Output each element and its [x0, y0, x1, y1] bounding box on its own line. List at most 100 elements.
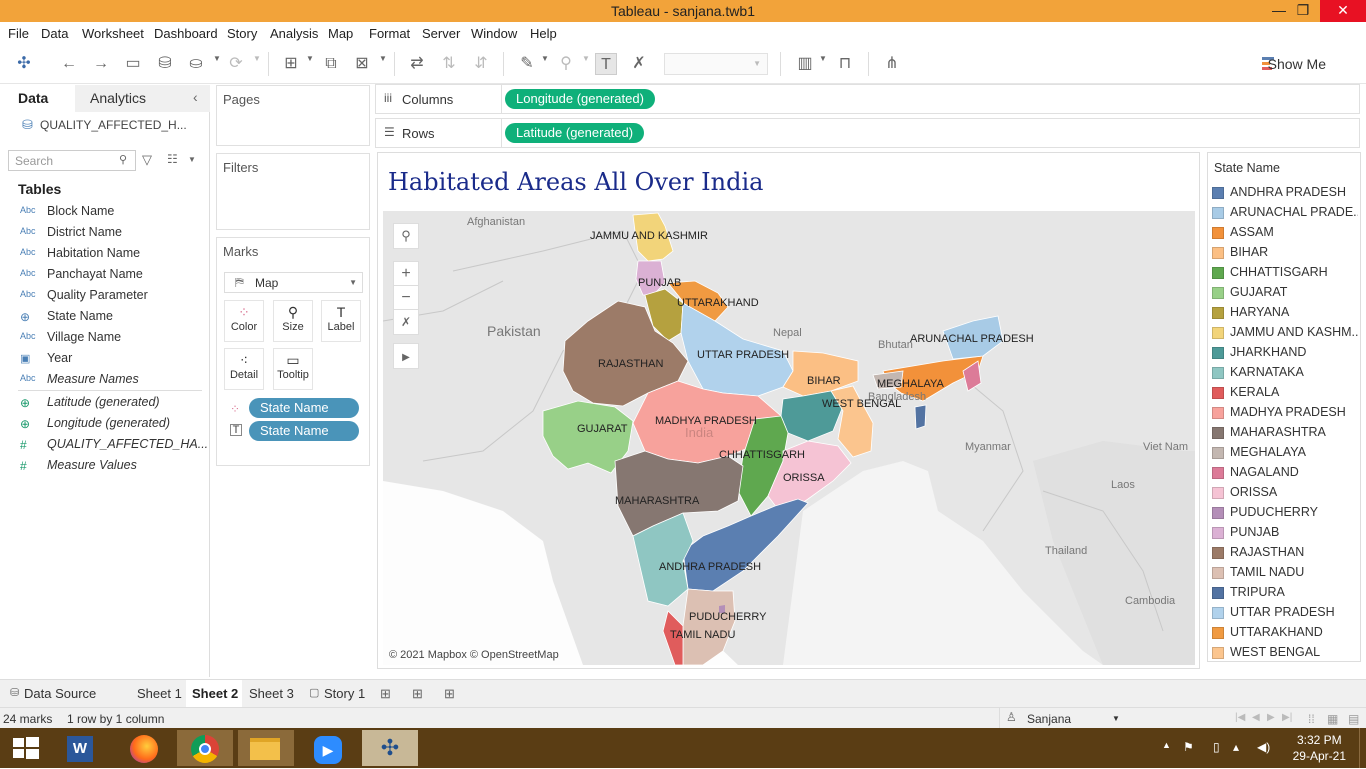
highlight-icon[interactable]: ✎ [516, 53, 538, 75]
new-story-icon[interactable]: ⊞ [444, 686, 455, 702]
legend-item[interactable]: MADHYA PRADESH [1212, 403, 1360, 423]
map-view[interactable]: Afghanistan Pakistan Nepal Bhutan Bangla… [383, 211, 1195, 665]
tab-sheet-3[interactable]: Sheet 3 [249, 686, 294, 701]
field-district-name[interactable]: Abc District Name [0, 223, 210, 243]
field-quality-parameter[interactable]: Abc Quality Parameter [0, 286, 210, 306]
columns-shelf[interactable]: iii Columns Longitude (generated) [375, 84, 1360, 114]
new-dashboard-icon[interactable]: ⊞ [412, 686, 423, 702]
legend-item[interactable]: RAJASTHAN [1212, 543, 1360, 563]
menu-worksheet[interactable]: Worksheet [82, 26, 144, 41]
filters-shelf[interactable]: Filters [216, 153, 370, 230]
legend-item[interactable]: GUJARAT [1212, 283, 1360, 303]
color-button[interactable]: ⁘ Color [224, 300, 264, 342]
legend-item[interactable]: HARYANA [1212, 303, 1360, 323]
explorer-taskbar-item[interactable] [238, 730, 294, 766]
state-name-label-pill[interactable]: State Name [249, 421, 359, 441]
mark-type-dropdown[interactable]: ⛿ Map ▼ [224, 272, 363, 293]
tab-data-source[interactable]: Data Source [24, 686, 96, 701]
field-longitude-generated[interactable]: ⊕ Longitude (generated) [0, 414, 210, 434]
tab-sheet-1[interactable]: Sheet 1 [137, 686, 182, 701]
flag-icon[interactable]: ⚑ [1183, 740, 1194, 754]
longitude-pill[interactable]: Longitude (generated) [505, 89, 655, 109]
share-icon[interactable]: ⋔ [881, 53, 903, 75]
legend-item[interactable]: UTTARAKHAND [1212, 623, 1360, 643]
chevron-down-icon[interactable]: ▼ [188, 155, 196, 164]
tooltip-button[interactable]: ▭ Tooltip [273, 348, 313, 390]
user-dropdown[interactable]: ♙ Sanjana ▼ [999, 708, 1125, 728]
battery-icon[interactable]: ▯ [1213, 740, 1220, 754]
chevron-down-icon[interactable]: ▼ [582, 54, 590, 63]
nav-prev-icon[interactable]: ◀ [1252, 712, 1260, 723]
show-cards-icon[interactable]: ▥ [794, 53, 816, 75]
chevron-down-icon[interactable]: ▼ [379, 54, 387, 63]
chevron-down-icon[interactable]: ▼ [306, 54, 314, 63]
detail-button[interactable]: ⁖ Detail [224, 348, 264, 390]
map-tools-button[interactable]: ▶ [393, 343, 419, 369]
field-measure-values[interactable]: # Measure Values [0, 456, 210, 476]
menu-server[interactable]: Server [422, 26, 460, 41]
label-button[interactable]: T Label [321, 300, 361, 342]
zoom-in-button[interactable]: + [393, 261, 419, 287]
filter-icon[interactable]: ▽ [142, 152, 152, 168]
new-worksheet-icon[interactable]: ⊞ [380, 686, 391, 702]
map-search-button[interactable]: ⚲ [393, 223, 419, 249]
legend-item[interactable]: TAMIL NADU [1212, 563, 1360, 583]
zoom-taskbar-item[interactable]: ▶ [300, 730, 356, 766]
presentation-mode-icon[interactable]: ⊓ [834, 53, 856, 75]
search-input[interactable]: Search [8, 150, 136, 171]
legend-item[interactable]: JHARKHAND [1212, 343, 1360, 363]
fit-dropdown[interactable]: ▼ [664, 53, 768, 75]
sort-descending-icon[interactable]: ⇵ [470, 53, 492, 75]
field-latitude-generated[interactable]: ⊕ Latitude (generated) [0, 393, 210, 413]
menu-window[interactable]: Window [471, 26, 517, 41]
menu-data[interactable]: Data [41, 26, 68, 41]
duplicate-sheet-icon[interactable]: ⧉ [320, 53, 342, 75]
chevron-down-icon[interactable]: ▼ [819, 54, 827, 63]
word-taskbar-item[interactable]: W [54, 730, 110, 766]
filmstrip-view-icon[interactable]: ▦ [1327, 712, 1338, 726]
grid-view-icon[interactable]: ⁞⁞ [1308, 712, 1315, 726]
legend-item[interactable]: UTTAR PRADESH [1212, 603, 1360, 623]
field-block-name[interactable]: Abc Block Name [0, 202, 210, 222]
field-state-name[interactable]: ⊕ State Name [0, 307, 210, 327]
clear-sheet-icon[interactable]: ⊠ [351, 53, 373, 75]
field-village-name[interactable]: Abc Village Name [0, 328, 210, 348]
legend-item[interactable]: BIHAR [1212, 243, 1360, 263]
legend-item[interactable]: CHHATTISGARH [1212, 263, 1360, 283]
zoom-out-button[interactable]: − [393, 285, 419, 311]
menu-help[interactable]: Help [530, 26, 557, 41]
tab-view-icon[interactable]: ▤ [1348, 712, 1359, 726]
chevron-down-icon[interactable]: ▼ [541, 54, 549, 63]
menu-map[interactable]: Map [328, 26, 353, 41]
chrome-taskbar-item[interactable] [177, 730, 233, 766]
tab-story-1[interactable]: Story 1 [324, 686, 365, 701]
tab-analytics[interactable]: Analytics [90, 90, 146, 106]
legend-item[interactable]: WEST BENGAL [1212, 643, 1360, 663]
sort-ascending-icon[interactable]: ⇅ [438, 53, 460, 75]
state-name-color-pill[interactable]: State Name [249, 398, 359, 418]
menu-format[interactable]: Format [369, 26, 410, 41]
new-worksheet-icon[interactable]: ⊞ [280, 53, 302, 75]
chevron-down-icon[interactable]: ▼ [213, 54, 221, 63]
legend-item[interactable]: MAHARASHTRA [1212, 423, 1360, 443]
reset-map-button[interactable]: ✗ [393, 309, 419, 335]
tab-sheet-2[interactable]: Sheet 2 [192, 686, 238, 701]
field-quality-affected[interactable]: # QUALITY_AFFECTED_HA... [0, 435, 210, 455]
field-habitation-name[interactable]: Abc Habitation Name [0, 244, 210, 264]
pause-updates-icon[interactable]: ⛀ [185, 53, 207, 75]
field-measure-names[interactable]: Abc Measure Names [0, 370, 210, 390]
show-mark-labels-icon[interactable]: T [595, 53, 617, 75]
legend-item[interactable]: KARNATAKA [1212, 363, 1360, 383]
pages-shelf[interactable]: Pages [216, 85, 370, 146]
legend-item[interactable]: PUDUCHERRY [1212, 503, 1360, 523]
tray-expand-icon[interactable]: ▲ [1162, 740, 1171, 750]
legend-item[interactable]: MEGHALAYA [1212, 443, 1360, 463]
nav-last-icon[interactable]: ▶| [1282, 712, 1292, 723]
view-options-icon[interactable]: ☷ [167, 152, 178, 166]
volume-icon[interactable]: ◀) [1257, 740, 1270, 754]
network-icon[interactable]: ▴ [1233, 740, 1239, 754]
latitude-pill[interactable]: Latitude (generated) [505, 123, 645, 143]
rows-shelf[interactable]: ☰ Rows Latitude (generated) [375, 118, 1360, 148]
new-datasource-icon[interactable]: ⛁ [154, 53, 176, 75]
legend-item[interactable]: ANDHRA PRADESH [1212, 183, 1360, 203]
